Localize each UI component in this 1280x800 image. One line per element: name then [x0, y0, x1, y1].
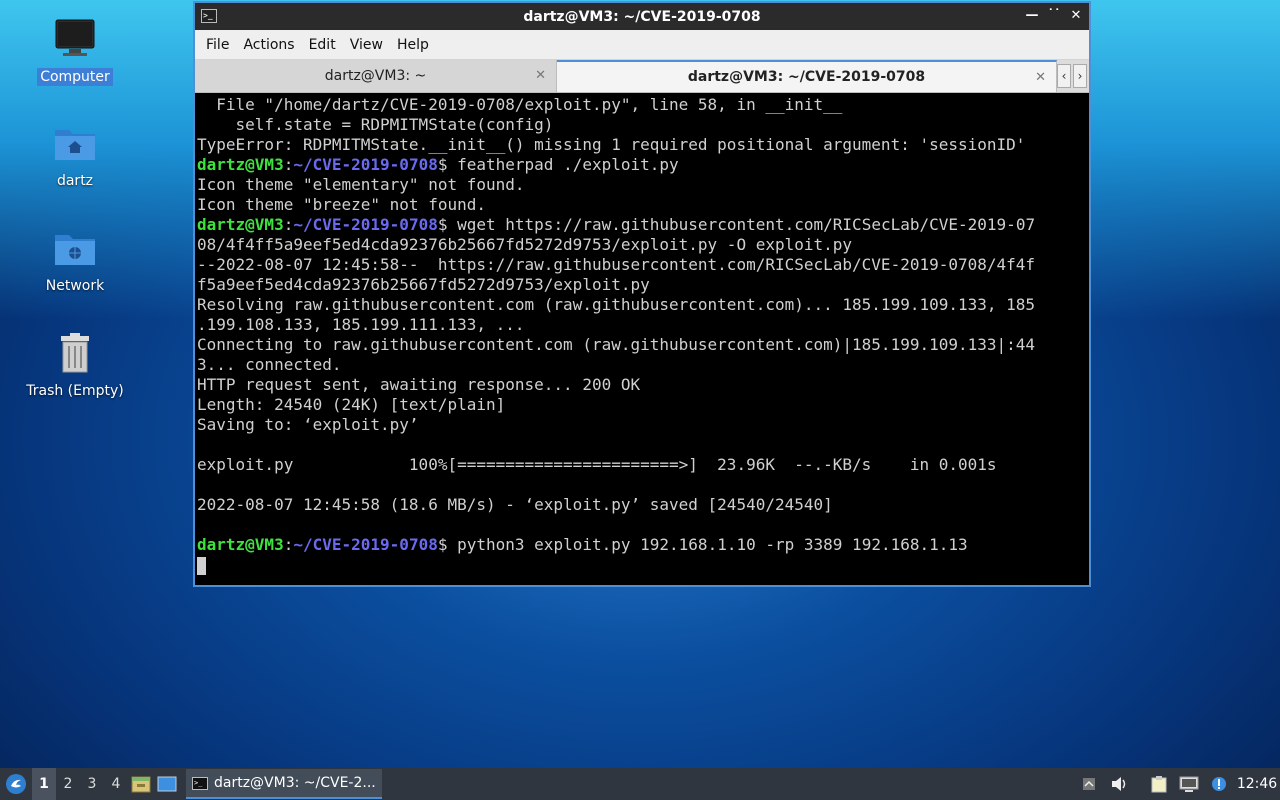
system-tray: 12:46 [1074, 768, 1280, 800]
terminal-output[interactable]: File "/home/dartz/CVE-2019-0708/exploit.… [196, 95, 1088, 585]
tab-home[interactable]: dartz@VM3: ~ ✕ [195, 60, 557, 92]
prompt-path: ~/CVE-2019-0708 [293, 155, 438, 174]
terminal-window[interactable]: >_ dartz@VM3: ~/CVE-2019-0708 — ˙˙ ✕ Fil… [193, 1, 1091, 587]
terminal-line: Connecting to raw.githubusercontent.com … [197, 335, 1036, 354]
terminal-app-icon: >_ [201, 9, 217, 23]
desktop-icon-label: Network [45, 278, 105, 294]
terminal-task-icon: >_ [192, 776, 208, 790]
terminal-line: 08/4f4ff5a9eef5ed4cda92376b25667fd5272d9… [197, 235, 853, 254]
tray-expand-icon[interactable] [1074, 768, 1104, 800]
tab-label: dartz@VM3: ~ [324, 68, 427, 84]
desktop-icon-network[interactable]: Network [15, 227, 135, 295]
trash-icon [53, 332, 97, 376]
tab-close-icon[interactable]: ✕ [1035, 70, 1046, 85]
terminal-line: f5a9eef5ed4cda92376b25667fd5272d9753/exp… [197, 275, 650, 294]
maximize-button[interactable]: ˙˙ [1047, 6, 1061, 26]
prompt-separator: : [283, 155, 294, 174]
terminal-line: Icon theme "breeze" not found. [197, 195, 486, 214]
home-folder-icon [53, 122, 97, 166]
window-title: dartz@VM3: ~/CVE-2019-0708 [523, 8, 761, 25]
tab-scroll-right-icon[interactable]: › [1073, 64, 1087, 88]
terminal-line: HTTP request sent, awaiting response... … [197, 375, 641, 394]
prompt-path: ~/CVE-2019-0708 [293, 215, 438, 234]
terminal-line: Saving to: ‘exploit.py’ [197, 415, 419, 434]
terminal-line: 3... connected. [197, 355, 342, 374]
desktop-icon-home[interactable]: dartz [15, 122, 135, 190]
terminal-line: 2022-08-07 12:45:58 (18.6 MB/s) - ‘explo… [197, 495, 833, 514]
menu-file[interactable]: File [199, 37, 236, 53]
prompt-path: ~/CVE-2019-0708 [293, 535, 438, 554]
terminal-line: Icon theme "elementary" not found. [197, 175, 525, 194]
menu-edit[interactable]: Edit [302, 37, 343, 53]
notification-icon[interactable] [1204, 768, 1234, 800]
terminal-line: File "/home/dartz/CVE-2019-0708/exploit.… [197, 95, 843, 114]
tab-close-icon[interactable]: ✕ [535, 68, 546, 83]
prompt-command: $ featherpad ./exploit.py [437, 155, 679, 174]
network-icon[interactable] [1174, 768, 1204, 800]
terminal-line: Length: 24540 (24K) [text/plain] [197, 395, 506, 414]
menu-bar: File Actions Edit View Help [195, 30, 1089, 60]
file-manager-launcher-icon[interactable] [128, 768, 154, 800]
desktop-icon-trash[interactable]: Trash (Empty) [15, 332, 135, 400]
desktop-icon-computer[interactable]: Computer [15, 18, 135, 86]
desktop-icon-label: Computer [37, 68, 113, 86]
window-titlebar[interactable]: >_ dartz@VM3: ~/CVE-2019-0708 — ˙˙ ✕ [195, 3, 1089, 30]
tab-cve[interactable]: dartz@VM3: ~/CVE-2019-0708 ✕ [557, 60, 1057, 92]
tray-spacer [1134, 768, 1144, 800]
task-label: dartz@VM3: ~/CVE-2... [214, 775, 376, 791]
prompt-user: dartz@VM3 [197, 155, 284, 174]
terminal-line: --2022-08-07 12:45:58-- https://raw.gith… [197, 255, 1036, 274]
tab-scroll-left-icon[interactable]: ‹ [1057, 64, 1071, 88]
workspace-2[interactable]: 2 [56, 768, 80, 800]
terminal-line: .199.108.133, 185.199.111.133, ... [197, 315, 525, 334]
taskbar-terminal-task[interactable]: >_ dartz@VM3: ~/CVE-2... [186, 769, 382, 799]
tab-label: dartz@VM3: ~/CVE-2019-0708 [687, 69, 926, 85]
prompt-command: $ python3 exploit.py 192.168.1.10 -rp 33… [437, 535, 968, 554]
start-menu-icon[interactable] [0, 768, 32, 800]
prompt-command: $ wget https://raw.githubusercontent.com… [437, 215, 1036, 234]
prompt-separator: : [283, 215, 294, 234]
menu-actions[interactable]: Actions [236, 37, 301, 53]
computer-icon [53, 18, 97, 62]
menu-view[interactable]: View [343, 37, 390, 53]
tab-bar: dartz@VM3: ~ ✕ dartz@VM3: ~/CVE-2019-070… [195, 60, 1089, 93]
menu-help[interactable]: Help [390, 37, 436, 53]
terminal-input-line[interactable] [197, 555, 1088, 575]
workspace-3[interactable]: 3 [80, 768, 104, 800]
desktop-icon-label: dartz [56, 173, 94, 189]
terminal-line: exploit.py 100%[=======================>… [197, 455, 997, 474]
minimize-button[interactable]: — [1025, 6, 1039, 26]
show-desktop-icon[interactable] [154, 768, 180, 800]
taskbar: 1 2 3 4 >_ dartz@VM3: ~/CVE-2... 12:46 [0, 768, 1280, 800]
close-button[interactable]: ✕ [1069, 6, 1083, 26]
prompt-user: dartz@VM3 [197, 215, 284, 234]
terminal-line: dartz@VM3:~/CVE-2019-0708$ python3 explo… [197, 535, 1088, 555]
prompt-separator: : [283, 535, 294, 554]
prompt-user: dartz@VM3 [197, 535, 284, 554]
terminal-line: self.state = RDPMITMState(config) [197, 115, 554, 134]
clock[interactable]: 12:46 [1234, 776, 1280, 792]
terminal-line: Resolving raw.githubusercontent.com (raw… [197, 295, 1036, 314]
volume-icon[interactable] [1104, 768, 1134, 800]
clipboard-icon[interactable] [1144, 768, 1174, 800]
network-folder-icon [53, 227, 97, 271]
workspace-4[interactable]: 4 [104, 768, 128, 800]
text-cursor [197, 556, 206, 575]
terminal-line: dartz@VM3:~/CVE-2019-0708$ wget https://… [197, 215, 1088, 235]
terminal-line: dartz@VM3:~/CVE-2019-0708$ featherpad ./… [197, 155, 1088, 175]
workspace-1[interactable]: 1 [32, 768, 56, 800]
terminal-line: TypeError: RDPMITMState.__init__() missi… [197, 135, 1026, 154]
desktop-icon-label: Trash (Empty) [26, 383, 124, 399]
